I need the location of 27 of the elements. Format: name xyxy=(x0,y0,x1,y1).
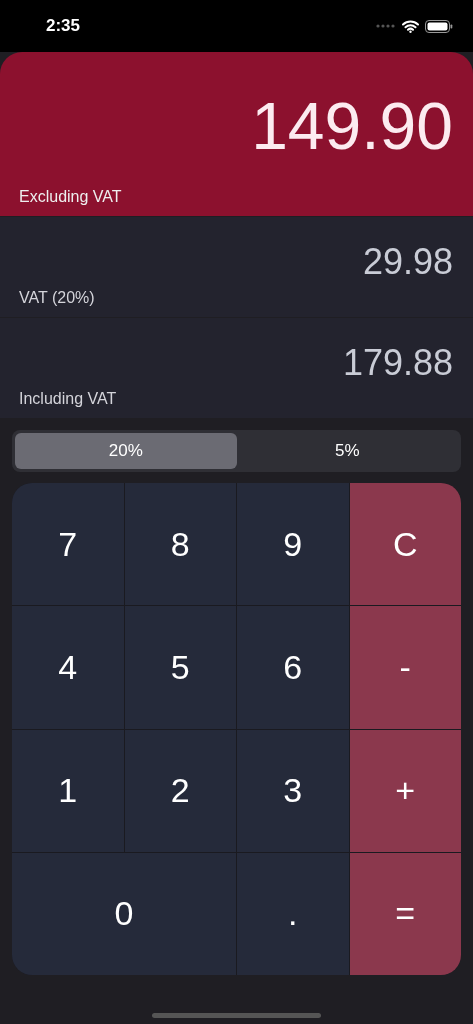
operator-key[interactable]: C xyxy=(349,483,461,606)
battery-icon xyxy=(425,19,453,33)
operator-key[interactable]: - xyxy=(349,606,461,729)
rate-tab[interactable]: 5% xyxy=(236,433,458,469)
digit-key[interactable]: 1 xyxy=(12,729,124,852)
digit-key[interactable]: . xyxy=(237,852,349,975)
rate-tab[interactable]: 20% xyxy=(15,433,237,469)
operator-key[interactable]: + xyxy=(349,729,461,852)
digit-key[interactable]: 0 xyxy=(12,852,236,975)
operator-key[interactable]: = xyxy=(349,852,461,975)
wifi-icon xyxy=(402,19,419,33)
signal-dots-icon xyxy=(376,24,396,28)
digit-key[interactable]: 3 xyxy=(237,729,349,852)
digit-key[interactable]: 8 xyxy=(124,483,236,606)
amount-value: 179.88 xyxy=(342,342,453,384)
digit-key[interactable]: 4 xyxy=(12,606,124,729)
amount-value: 149.90 xyxy=(251,88,453,164)
amount-label: Including VAT xyxy=(19,390,118,408)
digit-key[interactable]: 5 xyxy=(124,606,236,729)
digit-key[interactable]: 6 xyxy=(237,606,349,729)
amount-value: 29.98 xyxy=(362,241,453,283)
amount-label: VAT (20%) xyxy=(19,289,96,307)
digit-key[interactable]: 7 xyxy=(12,483,124,606)
amount-label: Excluding VAT xyxy=(19,188,123,206)
status-time: 2:35 xyxy=(46,16,82,36)
digit-key[interactable]: 2 xyxy=(124,729,236,852)
digit-key[interactable]: 9 xyxy=(237,483,349,606)
